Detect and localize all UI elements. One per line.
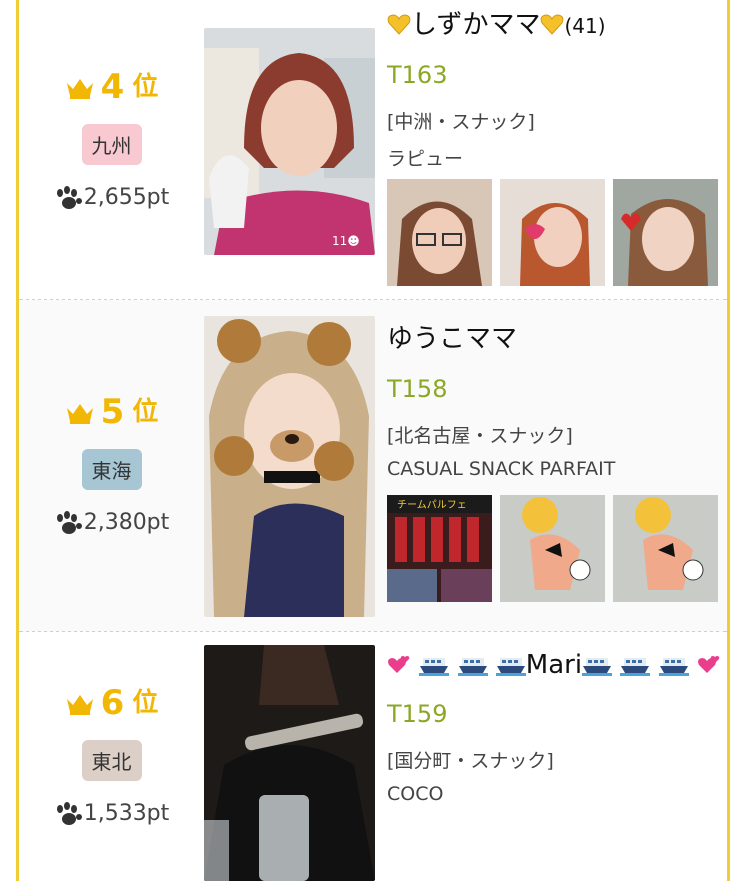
ship-icon: [419, 658, 450, 676]
two-hearts-icon: [697, 656, 720, 673]
points: 2,655pt: [19, 185, 204, 210]
entry-age: (41): [564, 14, 606, 38]
entry-name[interactable]: Mari: [387, 650, 727, 680]
thumbnail[interactable]: [387, 179, 492, 286]
thumbnail[interactable]: [500, 179, 605, 286]
shop-category: [国分町・スナック]: [387, 750, 554, 772]
paw-icon: [56, 510, 82, 534]
rank-column: 6 位 東北 1,533pt: [19, 686, 204, 826]
thumbnail[interactable]: [613, 495, 718, 602]
rank-number: 6: [100, 683, 125, 723]
rank-column: 5 位 東海 2,380pt: [19, 395, 204, 535]
region-badge: 東海: [81, 449, 142, 490]
height-code: T159: [387, 700, 448, 728]
entry-info: しずかママ (41) T163 [中洲・スナック] ラピュー: [387, 4, 727, 171]
rank-number: 4: [100, 67, 125, 107]
rank-label: 6 位: [19, 686, 204, 720]
rank-suffix: 位: [132, 397, 159, 427]
entry-name-text: Mari: [525, 650, 583, 680]
rank-suffix: 位: [132, 72, 159, 102]
points: 2,380pt: [19, 510, 204, 535]
entry-name[interactable]: ゆうこママ: [387, 318, 727, 355]
entry-info: Mari T159 [国分町・スナック] COCO: [387, 650, 727, 805]
photo-badge: 11☻: [332, 234, 360, 248]
rank-number: 5: [100, 392, 125, 432]
crown-icon: [66, 695, 93, 715]
ranking-entry[interactable]: 4 位 九州 2,655pt 11☻ しずかママ (41) T163 [中洲・スナ…: [19, 0, 727, 300]
yellow-heart-icon: [387, 14, 411, 35]
region-badge: 九州: [81, 124, 142, 165]
crown-icon: [66, 404, 93, 424]
ship-icon: [658, 658, 689, 676]
rank-suffix: 位: [132, 688, 159, 718]
entry-info: ゆうこママ T158 [北名古屋・スナック] CASUAL SNACK PARF…: [387, 318, 727, 480]
entry-name-text: しずかママ: [411, 10, 541, 40]
entry-name[interactable]: しずかママ (41): [387, 4, 727, 41]
ship-icon: [495, 658, 526, 676]
ranking-entry[interactable]: 5 位 東海 2,380pt ゆうこママ T158 [北名古屋・スナック] CA…: [19, 300, 727, 632]
thumbnail-strip: チームパルフェ: [387, 495, 718, 602]
height-code: T163: [387, 61, 448, 89]
ship-icon: [620, 658, 651, 676]
ship-icon: [582, 658, 613, 676]
thumbnail[interactable]: チームパルフェ: [387, 495, 492, 602]
ship-icon: [457, 658, 488, 676]
profile-photo[interactable]: 11☻: [204, 28, 375, 255]
height-code: T158: [387, 375, 448, 403]
thumbnail[interactable]: [500, 495, 605, 602]
shop-category: [中洲・スナック]: [387, 111, 535, 133]
shop-name[interactable]: COCO: [387, 783, 727, 805]
paw-icon: [56, 801, 82, 825]
thumbnail[interactable]: [613, 179, 718, 286]
yellow-heart-icon: [541, 14, 564, 35]
ranking-entry[interactable]: 6 位 東北 1,533pt Mari T159 [国分町・スナック] COCO: [19, 632, 727, 881]
rank-label: 4 位: [19, 70, 204, 104]
shop-name[interactable]: ラピュー: [387, 144, 727, 171]
region-badge: 東北: [81, 740, 142, 781]
two-hearts-icon: [388, 656, 410, 673]
profile-photo[interactable]: [204, 645, 375, 881]
paw-icon: [56, 185, 82, 209]
points-value: 1,533pt: [83, 801, 170, 826]
shop-category: [北名古屋・スナック]: [387, 425, 573, 447]
shop-name[interactable]: CASUAL SNACK PARFAIT: [387, 458, 727, 480]
points-value: 2,380pt: [83, 510, 170, 535]
points: 1,533pt: [19, 801, 204, 826]
thumbnail-strip: [387, 179, 718, 286]
rank-column: 4 位 九州 2,655pt: [19, 70, 204, 210]
points-value: 2,655pt: [83, 185, 170, 210]
thumbnail-caption: チームパルフェ: [397, 499, 467, 511]
crown-icon: [66, 79, 93, 99]
rank-label: 5 位: [19, 395, 204, 429]
profile-photo[interactable]: [204, 316, 375, 617]
